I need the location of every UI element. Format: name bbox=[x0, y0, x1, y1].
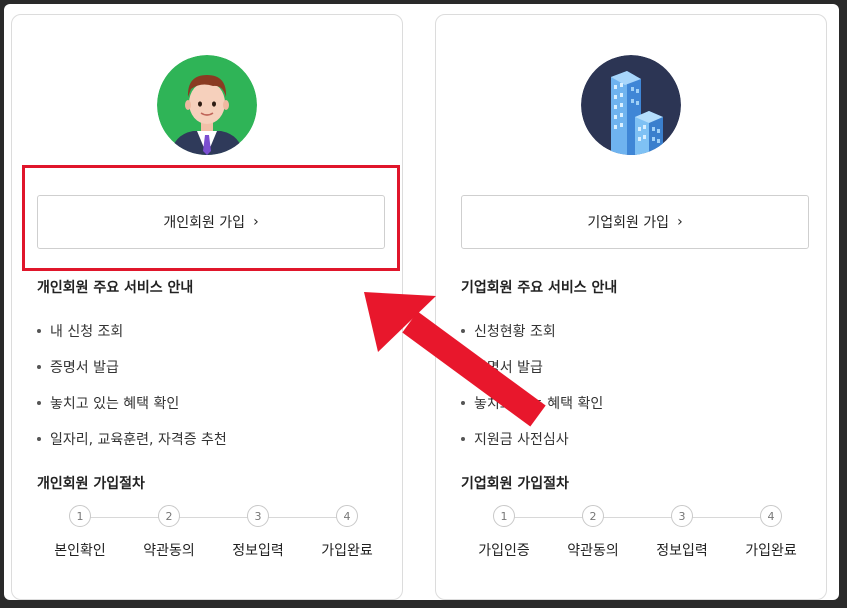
list-item: 일자리, 교육훈련, 자격증 추천 bbox=[37, 421, 227, 457]
step-number: 3 bbox=[247, 505, 269, 527]
list-item: 신청현황 조회 bbox=[461, 313, 603, 349]
business-join-label: 기업회원 가입 bbox=[587, 215, 670, 231]
bullet-icon bbox=[461, 437, 465, 441]
bullet-icon bbox=[37, 365, 41, 369]
list-item: 내 신청 조회 bbox=[37, 313, 227, 349]
step-number: 4 bbox=[760, 505, 782, 527]
business-process-title: 기업회원 가입절차 bbox=[461, 476, 569, 492]
personal-services-title: 개인회원 주요 서비스 안내 bbox=[37, 280, 194, 296]
building-icon bbox=[581, 55, 681, 155]
step-number: 3 bbox=[671, 505, 693, 527]
step-label: 약관동의 bbox=[143, 543, 195, 559]
bullet-icon bbox=[461, 329, 465, 333]
personal-process-title: 개인회원 가입절차 bbox=[37, 476, 145, 492]
step-1: 1 가입인증 bbox=[464, 505, 544, 560]
step-1: 1 본인확인 bbox=[40, 505, 120, 560]
business-services-title: 기업회원 주요 서비스 안내 bbox=[461, 280, 618, 296]
step-3: 3 정보입력 bbox=[218, 505, 298, 560]
list-item: 증명서 발급 bbox=[37, 349, 227, 385]
chevron-right-icon: › bbox=[677, 214, 683, 230]
list-item: 증명서 발급 bbox=[461, 349, 603, 385]
step-4: 4 가입완료 bbox=[731, 505, 811, 560]
personal-member-card: 개인회원 가입 › 개인회원 주요 서비스 안내 내 신청 조회 증명서 발급 … bbox=[11, 14, 403, 600]
list-item: 지원금 사전심사 bbox=[461, 421, 603, 457]
list-item: 놓치고 있는 혜택 확인 bbox=[37, 385, 227, 421]
bullet-icon bbox=[37, 329, 41, 333]
person-avatar-icon bbox=[157, 55, 257, 155]
step-2: 2 약관동의 bbox=[129, 505, 209, 560]
step-label: 정보입력 bbox=[656, 543, 708, 559]
step-label: 가입완료 bbox=[321, 543, 373, 559]
bullet-icon bbox=[461, 401, 465, 405]
business-join-button[interactable]: 기업회원 가입 › bbox=[461, 195, 809, 249]
step-label: 가입완료 bbox=[745, 543, 797, 559]
step-number: 1 bbox=[493, 505, 515, 527]
bullet-icon bbox=[37, 437, 41, 441]
step-label: 정보입력 bbox=[232, 543, 284, 559]
personal-signup-steps: 1 본인확인 2 약관동의 3 정보입력 4 가입완료 bbox=[37, 505, 387, 565]
bullet-icon bbox=[37, 401, 41, 405]
step-label: 약관동의 bbox=[567, 543, 619, 559]
personal-join-label: 개인회원 가입 bbox=[163, 215, 246, 231]
step-number: 2 bbox=[582, 505, 604, 527]
step-2: 2 약관동의 bbox=[553, 505, 633, 560]
step-label: 본인확인 bbox=[54, 543, 106, 559]
chevron-right-icon: › bbox=[253, 214, 259, 230]
step-4: 4 가입완료 bbox=[307, 505, 387, 560]
business-signup-steps: 1 가입인증 2 약관동의 3 정보입력 4 가입완료 bbox=[461, 505, 811, 565]
business-member-card: 기업회원 가입 › 기업회원 주요 서비스 안내 신청현황 조회 증명서 발급 … bbox=[435, 14, 827, 600]
personal-services-list: 내 신청 조회 증명서 발급 놓치고 있는 혜택 확인 일자리, 교육훈련, 자… bbox=[37, 313, 227, 457]
bullet-icon bbox=[461, 365, 465, 369]
step-3: 3 정보입력 bbox=[642, 505, 722, 560]
page-frame: 개인회원 가입 › 개인회원 주요 서비스 안내 내 신청 조회 증명서 발급 … bbox=[4, 4, 839, 600]
step-label: 가입인증 bbox=[478, 543, 530, 559]
business-services-list: 신청현황 조회 증명서 발급 놓치고 있는 혜택 확인 지원금 사전심사 bbox=[461, 313, 603, 457]
personal-join-button[interactable]: 개인회원 가입 › bbox=[37, 195, 385, 249]
step-number: 4 bbox=[336, 505, 358, 527]
step-number: 1 bbox=[69, 505, 91, 527]
list-item: 놓치고 있는 혜택 확인 bbox=[461, 385, 603, 421]
step-number: 2 bbox=[158, 505, 180, 527]
